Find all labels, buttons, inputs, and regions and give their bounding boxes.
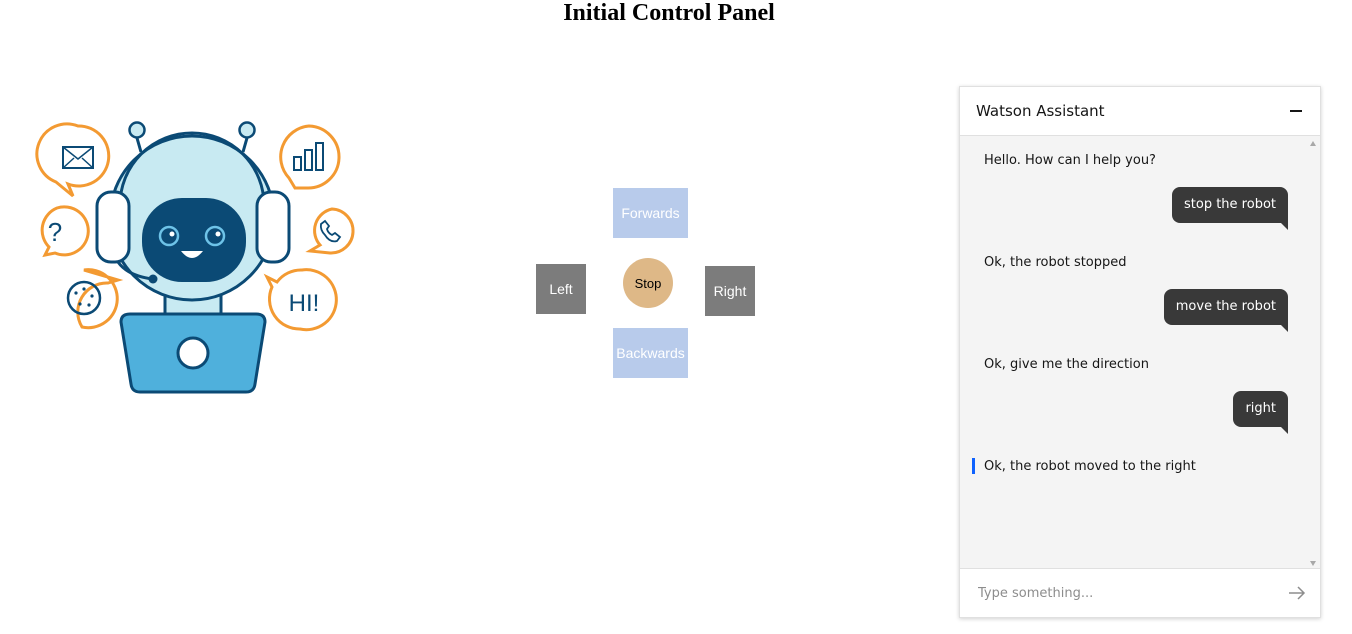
left-button[interactable]: Left (536, 264, 586, 314)
bot-message: Ok, the robot moved to the right (984, 459, 1196, 474)
user-message: move the robot (1163, 289, 1289, 332)
chat-message-input[interactable] (972, 579, 1284, 607)
minimize-icon[interactable] (1290, 110, 1302, 112)
scroll-up-arrow-icon[interactable] (1310, 141, 1316, 146)
stop-button[interactable]: Stop (623, 258, 673, 308)
backwards-button[interactable]: Backwards (613, 328, 688, 378)
settings-bubble-icon (66, 268, 124, 330)
page-title: Initial Control Panel (563, 0, 775, 26)
forwards-button[interactable]: Forwards (613, 188, 688, 238)
bot-message: Ok, give me the direction (984, 357, 1149, 372)
chat-message-list[interactable]: Hello. How can I help you? stop the robo… (960, 136, 1320, 568)
mail-bubble-icon (35, 122, 111, 198)
send-arrow-icon[interactable] (1288, 585, 1306, 601)
chat-title: Watson Assistant (976, 102, 1105, 120)
latest-message-indicator (972, 458, 975, 474)
chat-input-area (960, 568, 1320, 617)
right-button[interactable]: Right (705, 266, 755, 316)
robot-head (95, 131, 291, 302)
bot-message: Hello. How can I help you? (984, 153, 1156, 168)
phone-bubble-icon (305, 207, 355, 255)
watson-assistant-widget: Watson Assistant Hello. How can I help y… (959, 86, 1321, 618)
hi-text: HI! (289, 290, 320, 317)
question-bubble-icon: ? (40, 205, 90, 258)
question-mark: ? (48, 217, 62, 247)
robot-illustration: ? HI! (35, 121, 355, 394)
hi-bubble-icon: HI! (263, 268, 338, 332)
chart-bubble-icon (279, 124, 341, 190)
robot-laptop (119, 312, 267, 394)
bot-message: Ok, the robot stopped (984, 255, 1127, 270)
scroll-down-arrow-icon[interactable] (1310, 561, 1316, 566)
user-message: right (1233, 391, 1288, 434)
chat-header: Watson Assistant (960, 87, 1320, 136)
user-message: stop the robot (1172, 187, 1288, 230)
